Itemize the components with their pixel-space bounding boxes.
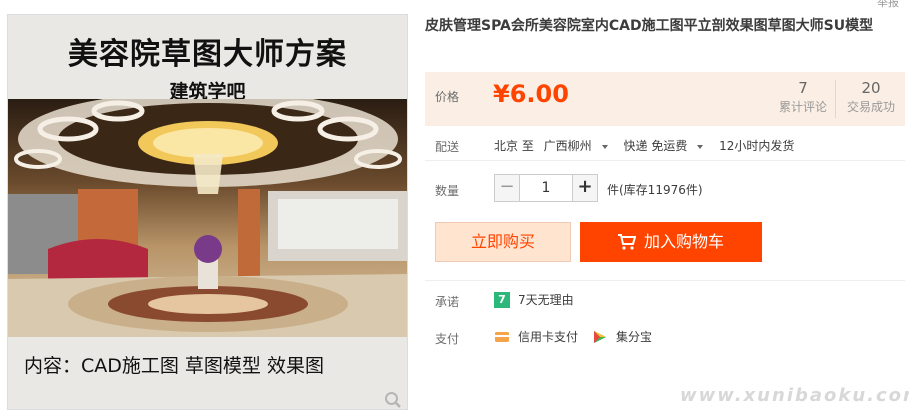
divider [425, 160, 905, 161]
jifenbao-payment[interactable]: 集分宝 [592, 328, 652, 345]
product-title: 皮肤管理SPA会所美容院室内CAD施工图平立剖效果图草图大师SU模型 [425, 18, 874, 34]
divider [425, 280, 905, 281]
quantity-input[interactable]: 1 [520, 174, 572, 202]
ship-to-select[interactable]: 广西柳州 [544, 139, 608, 153]
credit-card-text: 信用卡支付 [518, 330, 579, 344]
sales-count: 20 [861, 79, 881, 97]
image-content-caption: 内容：CAD施工图 草图模型 效果图 [24, 355, 324, 377]
price-label: 价格 [435, 90, 460, 104]
ship-to-text: 广西柳州 [543, 139, 592, 153]
chevron-down-icon [697, 144, 704, 149]
add-to-cart-label: 加入购物车 [643, 232, 724, 251]
review-count: 7 [798, 79, 808, 97]
credit-card-payment[interactable]: 信用卡支付 [494, 328, 578, 345]
interior-render-photo [8, 99, 407, 337]
jifenbao-icon [594, 330, 607, 343]
sales-stat: 20 交易成功 [836, 78, 906, 116]
promise-row[interactable]: 7 7天无理由 [494, 291, 574, 308]
product-image[interactable]: 美容院草图大师方案 建筑学吧 内容：CAD施工图 草图模型 效果图 [7, 14, 408, 410]
chevron-down-icon [601, 144, 608, 149]
shipping-label: 配送 [435, 140, 460, 154]
report-link[interactable]: 举报 [877, 0, 899, 10]
review-stat[interactable]: 7 累计评论 [768, 78, 838, 116]
stock-text: 件(库存11976件) [607, 183, 703, 197]
product-detail-panel: 举报 皮肤管理SPA会所美容院室内CAD施工图平立剖效果图草图大师SU模型 价格… [425, 0, 909, 410]
payment-row: 信用卡支付 集分宝 [494, 328, 666, 345]
site-watermark: www.xunibaoku.com [680, 385, 909, 406]
buy-now-button[interactable]: 立即购买 [435, 222, 571, 262]
quantity-decrease-button[interactable]: − [494, 174, 520, 202]
promise-text: 7天无理由 [518, 293, 574, 307]
seven-day-return-icon: 7 [494, 291, 510, 308]
ship-from: 北京 至 [494, 139, 534, 153]
jifenbao-text: 集分宝 [616, 330, 653, 344]
product-page: 美容院草图大师方案 建筑学吧 内容：CAD施工图 草图模型 效果图 举报 皮肤管… [0, 0, 909, 410]
sales-label: 交易成功 [846, 100, 895, 114]
promise-label: 承诺 [435, 295, 460, 309]
add-to-cart-button[interactable]: 加入购物车 [580, 222, 762, 262]
ship-method-text: 快递 免运费 [623, 139, 688, 153]
price-box: 价格 ¥6.00 7 累计评论 20 交易成功 [425, 72, 905, 126]
ship-method-select[interactable]: 快递 免运费 [624, 139, 704, 153]
review-label: 累计评论 [778, 100, 827, 114]
quantity-stepper: − 1 + [494, 174, 598, 202]
shipping-row: 北京 至 广西柳州 快递 免运费 12小时内发货 [494, 137, 800, 154]
quantity-increase-button[interactable]: + [572, 174, 598, 202]
price-value: ¥6.00 [493, 80, 569, 108]
cart-icon [617, 234, 637, 250]
credit-card-icon [495, 331, 509, 342]
image-title: 美容院草图大师方案 [68, 37, 347, 72]
quantity-label: 数量 [435, 184, 460, 198]
zoom-icon[interactable] [384, 391, 402, 409]
dispatch-time: 12小时内发货 [719, 139, 795, 153]
payment-label: 支付 [435, 332, 460, 346]
